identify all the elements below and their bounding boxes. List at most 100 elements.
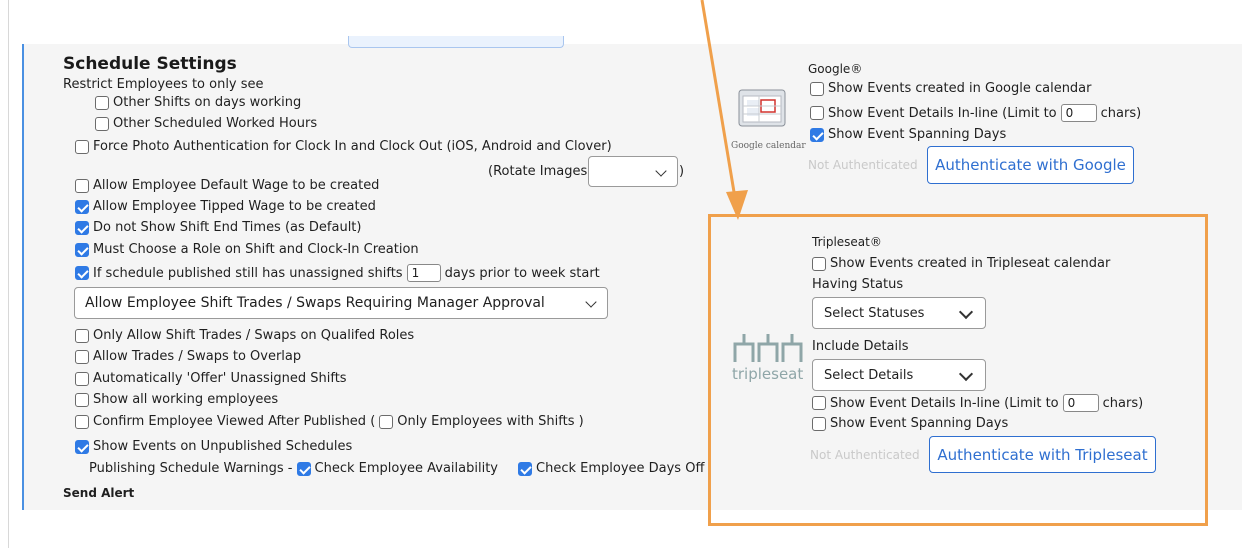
must-choose-role-label: Must Choose a Role on Shift and Clock-In… [93,242,419,257]
no-shift-end-label: Do not Show Shift End Times (as Default) [93,220,362,235]
confirm-viewed-checkbox[interactable] [75,414,89,429]
tripleseat-title: Tripleseat® [812,235,882,249]
page-title: Schedule Settings [63,54,237,74]
shift-trades-select-value: Allow Employee Shift Trades / Swaps Requ… [85,295,545,311]
other-hours-checkbox[interactable] [95,116,109,131]
tripleseat-logo-text: tripleseat [732,365,804,383]
check-availability-label: Check Employee Availability [314,461,499,476]
include-details-label: Include Details [812,339,909,354]
unassigned-shifts-option[interactable]: If schedule published still has unassign… [75,264,600,282]
force-photo-checkbox[interactable] [75,139,89,154]
show-unpublished-option[interactable]: Show Events on Unpublished Schedules [75,439,352,454]
check-days-off-checkbox[interactable] [518,461,532,476]
google-details-option[interactable]: Show Event Details In-line (Limit to 0 c… [810,104,1141,122]
select-details-dropdown[interactable]: Select Details [812,359,986,391]
must-choose-role-checkbox[interactable] [75,242,89,257]
confirm-viewed-option[interactable]: Confirm Employee Viewed After Published … [75,414,584,429]
must-choose-role-option[interactable]: Must Choose a Role on Shift and Clock-In… [75,242,419,257]
shift-trades-select[interactable]: Allow Employee Shift Trades / Swaps Requ… [74,287,608,319]
show-all-working-option[interactable]: Show all working employees [75,392,278,407]
other-shifts-label: Other Shifts on days working [113,95,302,110]
google-spanning-option[interactable]: Show Event Spanning Days [810,127,1006,142]
google-show-events-checkbox[interactable] [810,81,824,96]
authenticate-google-button[interactable]: Authenticate with Google [927,146,1134,184]
select-statuses-dropdown[interactable]: Select Statuses [812,297,986,329]
schedule-settings-heading: Schedule Settings [63,54,237,74]
tripleseat-spanning-checkbox[interactable] [812,416,826,431]
publishing-warnings-label: Publishing Schedule Warnings - [89,461,293,476]
force-photo-option[interactable]: Force Photo Authentication for Clock In … [75,139,612,154]
allow-overlap-checkbox[interactable] [75,349,89,364]
tripleseat-logo-icon [733,334,803,362]
google-spanning-checkbox[interactable] [810,127,824,142]
authenticate-tripleseat-button[interactable]: Authenticate with Tripleseat [929,436,1156,473]
allow-default-wage-label: Allow Employee Default Wage to be create… [93,178,380,193]
tripleseat-details-label: Show Event Details In-line (Limit to [830,395,1059,411]
unassigned-shifts-label: If schedule published still has unassign… [93,265,403,281]
confirm-viewed-label: Confirm Employee Viewed After Published … [93,414,376,429]
rotate-images-label: (Rotate Images [488,164,588,179]
rotate-images-select[interactable] [588,156,678,187]
only-qualified-label: Only Allow Shift Trades / Swaps on Quali… [93,328,415,343]
other-hours-option[interactable]: Other Scheduled Worked Hours [95,116,317,131]
tripleseat-show-events-checkbox[interactable] [812,256,826,271]
google-show-events-option[interactable]: Show Events created in Google calendar [810,81,1092,96]
check-availability-checkbox[interactable] [296,461,311,476]
top-tab-button[interactable] [348,36,564,48]
restrict-label: Restrict Employees to only see [63,77,264,92]
google-details-limit-input[interactable]: 0 [1060,104,1097,122]
page-border [8,0,9,548]
only-qualified-checkbox[interactable] [75,328,89,343]
unassigned-shifts-suffix: days prior to week start [444,265,600,281]
chevron-down-icon [585,296,597,308]
chevron-down-icon [958,366,974,382]
no-shift-end-option[interactable]: Do not Show Shift End Times (as Default) [75,220,361,235]
allow-default-wage-option[interactable]: Allow Employee Default Wage to be create… [75,178,379,193]
show-all-working-label: Show all working employees [93,392,279,407]
tripleseat-details-checkbox[interactable] [812,396,826,410]
google-details-suffix: chars) [1100,105,1142,121]
allow-tipped-wage-checkbox[interactable] [75,199,89,214]
unassigned-shifts-checkbox[interactable] [75,266,89,280]
allow-default-wage-checkbox[interactable] [75,178,89,193]
only-with-shifts-label: Only Employees with Shifts ) [397,414,584,429]
other-shifts-option[interactable]: Other Shifts on days working [95,95,301,110]
tripleseat-show-events-option[interactable]: Show Events created in Tripleseat calend… [812,256,1110,271]
auto-offer-checkbox[interactable] [75,371,89,386]
auto-offer-option[interactable]: Automatically 'Offer' Unassigned Shifts [75,371,347,386]
annotation-arrow-icon [700,0,748,220]
chevron-down-icon [655,165,667,177]
allow-overlap-option[interactable]: Allow Trades / Swaps to Overlap [75,349,301,364]
force-photo-label: Force Photo Authentication for Clock In … [93,139,612,154]
google-title: Google® [808,62,863,76]
only-qualified-option[interactable]: Only Allow Shift Trades / Swaps on Quali… [75,328,414,343]
tripleseat-details-limit-input[interactable]: 0 [1062,394,1099,412]
allow-tipped-wage-label: Allow Employee Tipped Wage to be created [93,199,376,214]
only-with-shifts-checkbox[interactable] [379,414,394,429]
tripleseat-spanning-label: Show Event Spanning Days [830,416,1009,431]
allow-overlap-label: Allow Trades / Swaps to Overlap [93,349,302,364]
google-details-checkbox[interactable] [810,106,824,120]
tripleseat-spanning-option[interactable]: Show Event Spanning Days [812,416,1008,431]
send-alert-heading: Send Alert [63,486,135,500]
allow-tipped-wage-option[interactable]: Allow Employee Tipped Wage to be created [75,199,376,214]
having-status-label: Having Status [812,277,904,292]
other-shifts-checkbox[interactable] [95,95,109,110]
google-show-events-label: Show Events created in Google calendar [828,81,1092,96]
no-shift-end-checkbox[interactable] [75,220,89,235]
tripleseat-details-suffix: chars) [1102,395,1144,411]
select-details-value: Select Details [824,368,914,383]
show-unpublished-checkbox[interactable] [75,439,89,454]
unassigned-days-input[interactable]: 1 [406,264,441,282]
tripleseat-auth-status: Not Authenticated [810,448,920,462]
select-statuses-value: Select Statuses [824,306,925,321]
show-unpublished-label: Show Events on Unpublished Schedules [93,439,353,454]
panel-accent-bar [22,44,24,510]
tripleseat-details-option[interactable]: Show Event Details In-line (Limit to 0 c… [812,394,1143,412]
chevron-down-icon [958,304,974,320]
other-hours-label: Other Scheduled Worked Hours [113,116,318,131]
show-all-working-checkbox[interactable] [75,392,89,407]
tripleseat-show-events-label: Show Events created in Tripleseat calend… [830,256,1111,271]
check-days-off-label: Check Employee Days Off [536,461,705,476]
google-details-label: Show Event Details In-line (Limit to [828,105,1057,121]
